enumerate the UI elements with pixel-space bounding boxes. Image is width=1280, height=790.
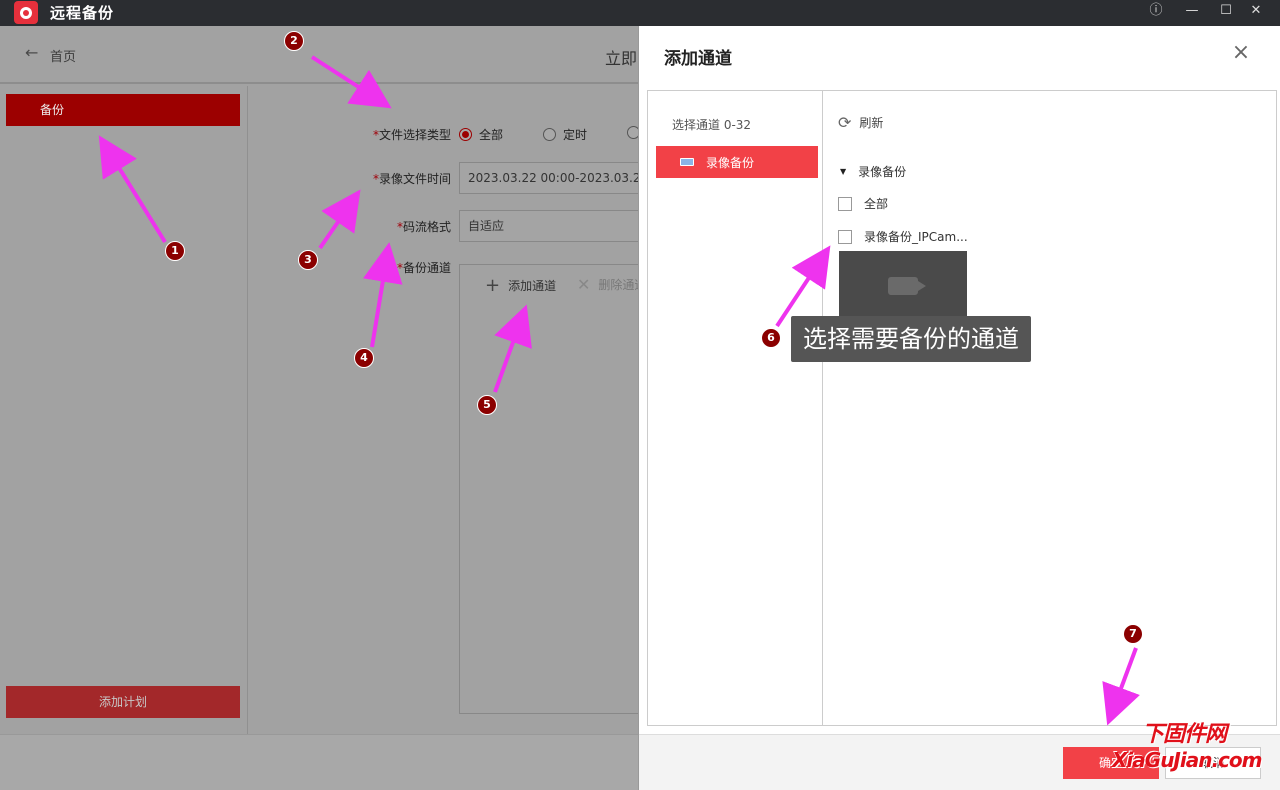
annotation-tooltip: 选择需要备份的通道 xyxy=(791,316,1031,362)
window-title: 远程备份 xyxy=(50,4,115,22)
delete-icon: ✕ xyxy=(577,275,591,294)
channel-source-pane: 选择通道 0-32 录像备份 xyxy=(648,91,823,725)
radio-file-type-timed[interactable]: 定时 xyxy=(543,126,587,143)
add-channel-button[interactable]: + 添加通道 xyxy=(485,275,556,296)
checkbox-channel-ipcam[interactable]: 录像备份_IPCam... xyxy=(838,228,968,245)
base-header: ← 首页 立即 xyxy=(0,26,638,84)
source-item-record-backup[interactable]: 录像备份 xyxy=(656,146,818,178)
sidebar-item-backup[interactable]: 备份 xyxy=(6,94,240,126)
stream-format-select[interactable]: 自适应 xyxy=(459,210,638,242)
backup-channel-label: *备份通道 xyxy=(396,261,451,275)
record-time-label: *录像文件时间 xyxy=(372,172,451,186)
base-footer xyxy=(0,734,638,790)
home-link[interactable]: 首页 xyxy=(50,46,76,65)
maximize-icon[interactable]: ☐ xyxy=(1216,1,1236,21)
close-window-icon[interactable]: ✕ xyxy=(1246,1,1266,21)
dialog-body: 选择通道 0-32 录像备份 ⟳ 刷新 ▼ 录像备份 全部 录像备份_IPCam… xyxy=(647,90,1277,726)
tree-group-record-backup[interactable]: ▼ 录像备份 xyxy=(840,163,906,180)
watermark-top: 下固件网 xyxy=(1142,722,1227,747)
select-channel-label: 选择通道 0-32 xyxy=(672,118,752,132)
device-icon xyxy=(680,158,694,166)
page-title: 立即 xyxy=(605,49,638,68)
add-channel-dialog: 添加通道 × 选择通道 0-32 录像备份 ⟳ 刷新 ▼ 录像备份 全部 录像备… xyxy=(638,26,1280,790)
checkbox-icon xyxy=(838,196,852,211)
camera-icon xyxy=(888,277,926,295)
title-bar: 远程备份 ⓘ — ☐ ✕ xyxy=(0,0,1280,26)
caret-down-icon: ▼ xyxy=(840,167,847,176)
file-type-label: *文件选择类型 xyxy=(372,128,451,142)
radio-file-type-all[interactable]: 全部 xyxy=(459,126,503,143)
radio-file-type-other[interactable] xyxy=(627,126,638,139)
stream-format-label: *码流格式 xyxy=(396,220,451,234)
checkbox-icon xyxy=(838,229,852,244)
minimize-icon[interactable]: — xyxy=(1182,1,1202,21)
marker-5: 5 xyxy=(477,395,497,415)
add-plan-button[interactable]: 添加计划 xyxy=(6,686,240,718)
close-icon[interactable]: × xyxy=(1229,42,1253,64)
marker-1: 1 xyxy=(165,241,185,261)
radio-checked-icon xyxy=(459,128,472,141)
info-icon[interactable]: ⓘ xyxy=(1146,1,1166,21)
app-logo-icon xyxy=(14,1,38,24)
channel-tree-pane: ⟳ 刷新 ▼ 录像备份 全部 录像备份_IPCam... xyxy=(824,91,1276,725)
refresh-button[interactable]: ⟳ 刷新 xyxy=(838,113,883,132)
marker-3: 3 xyxy=(298,250,318,270)
refresh-icon: ⟳ xyxy=(838,113,852,132)
marker-4: 4 xyxy=(354,348,374,368)
dialog-title: 添加通道 xyxy=(664,49,732,69)
plus-icon: + xyxy=(485,275,501,296)
channel-list-box: + 添加通道 ✕ 删除通道 xyxy=(459,264,638,714)
backup-form: *文件选择类型 全部 定时 *录像文件时间 2023.03.22 00:00-2… xyxy=(249,86,638,734)
checkbox-all[interactable]: 全部 xyxy=(838,195,888,212)
delete-channel-button[interactable]: ✕ 删除通道 xyxy=(577,275,638,294)
back-arrow-icon[interactable]: ← xyxy=(25,43,38,62)
marker-2: 2 xyxy=(284,31,304,51)
channel-preview-thumbnail xyxy=(839,251,967,321)
radio-unchecked-icon xyxy=(543,128,556,141)
radio-unchecked-icon xyxy=(627,126,638,139)
watermark-bottom: XiaGuJian.com xyxy=(1112,748,1262,772)
record-time-input[interactable]: 2023.03.22 00:00-2023.03.22 23:59 xyxy=(459,162,638,194)
marker-6: 6 xyxy=(761,328,781,348)
marker-7: 7 xyxy=(1123,624,1143,644)
base-app-overlay: ← 首页 立即 备份 添加计划 *文件选择类型 全部 定时 *录像文件时间 20… xyxy=(0,26,638,790)
sidebar: 备份 添加计划 xyxy=(0,86,248,734)
watermark: 下固件网 XiaGuJian.com xyxy=(1112,716,1272,786)
